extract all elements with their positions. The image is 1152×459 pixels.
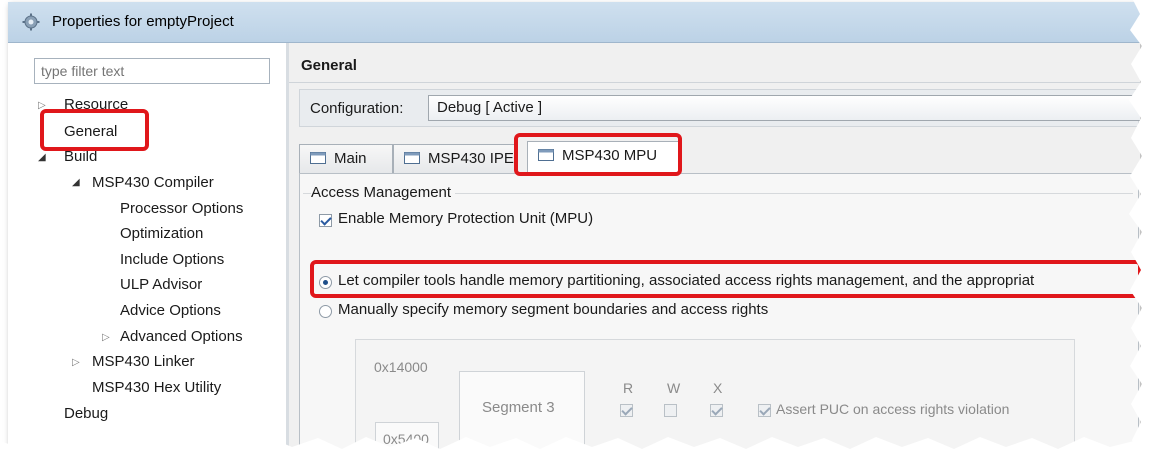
tab-label: MSP430 IPE <box>428 150 514 167</box>
tree-item-build[interactable]: Build <box>64 148 97 165</box>
tree-item-ulp-advisor[interactable]: ULP Advisor <box>120 276 202 293</box>
navigation-panel: ▷ Resource General ◢ Build ◢ MSP430 Comp… <box>8 43 286 452</box>
tree-item-compiler[interactable]: MSP430 Compiler <box>92 174 214 191</box>
assert-puc-checkbox[interactable] <box>758 404 771 417</box>
tree-item-advice-options[interactable]: Advice Options <box>120 302 221 319</box>
tree-item-general[interactable]: General <box>64 123 117 140</box>
enable-mpu-label: Enable Memory Protection Unit (MPU) <box>338 210 594 227</box>
configuration-select[interactable]: Debug [ Active ] <box>428 95 1140 121</box>
read-checkbox[interactable] <box>620 404 633 417</box>
enable-mpu-checkbox[interactable] <box>319 214 332 227</box>
separator <box>289 82 1140 83</box>
auto-partition-radio[interactable] <box>319 276 332 289</box>
address-top: 0x14000 <box>374 359 428 375</box>
tab-label: Main <box>334 150 367 167</box>
tab-page-icon <box>310 152 326 164</box>
properties-window: Properties for emptyProject ▷ Resource G… <box>8 2 1140 452</box>
auto-partition-label: Let compiler tools handle memory partiti… <box>338 272 1035 289</box>
execute-column-label: X <box>713 380 723 396</box>
tree-item-hex-utility[interactable]: MSP430 Hex Utility <box>92 379 221 396</box>
configuration-bar: Configuration: Debug [ Active ] <box>299 89 1140 127</box>
execute-checkbox[interactable] <box>710 404 723 417</box>
page-title: General <box>301 57 357 74</box>
filter-input[interactable] <box>34 58 270 84</box>
configuration-label: Configuration: <box>310 100 404 117</box>
access-management-group <box>303 193 1133 284</box>
settings-panel: General Configuration: Debug [ Active ] … <box>289 43 1140 452</box>
expand-arrow-icon[interactable]: ▷ <box>102 332 110 343</box>
properties-gear-icon <box>22 13 40 31</box>
tab-label: MSP430 MPU <box>562 147 658 164</box>
tab-msp430-mpu[interactable]: MSP430 MPU <box>527 141 679 174</box>
tab-msp430-ipe[interactable]: MSP430 IPE <box>393 144 517 173</box>
expand-arrow-icon[interactable]: ▷ <box>72 357 80 368</box>
title-bar: Properties for emptyProject <box>8 2 1140 43</box>
tree-item-advanced-options[interactable]: Advanced Options <box>120 328 243 345</box>
assert-puc-label: Assert PUC on access rights violation <box>776 401 1010 417</box>
window-title: Properties for emptyProject <box>52 13 234 30</box>
collapse-arrow-icon[interactable]: ◢ <box>38 152 46 163</box>
address-bottom: 0x5400 <box>383 431 429 447</box>
write-column-label: W <box>667 380 681 396</box>
tree-item-include-options[interactable]: Include Options <box>120 251 224 268</box>
collapse-arrow-icon[interactable]: ◢ <box>72 177 80 188</box>
segment-3-label: Segment 3 <box>482 399 555 416</box>
tab-main[interactable]: Main <box>299 144 393 173</box>
tree-item-optimization[interactable]: Optimization <box>120 225 203 242</box>
tree-item-resource[interactable]: Resource <box>64 96 128 113</box>
read-column-label: R <box>623 380 634 396</box>
tab-page-icon <box>404 152 420 164</box>
group-label: Access Management <box>311 184 456 201</box>
expand-arrow-icon[interactable]: ▷ <box>38 100 46 111</box>
write-checkbox[interactable] <box>664 404 677 417</box>
tree-item-processor-options[interactable]: Processor Options <box>120 200 243 217</box>
tab-page-icon <box>538 149 554 161</box>
tree-item-linker[interactable]: MSP430 Linker <box>92 353 195 370</box>
tree-item-debug[interactable]: Debug <box>64 405 108 422</box>
manual-partition-radio[interactable] <box>319 305 332 318</box>
manual-partition-label: Manually specify memory segment boundari… <box>338 301 769 318</box>
